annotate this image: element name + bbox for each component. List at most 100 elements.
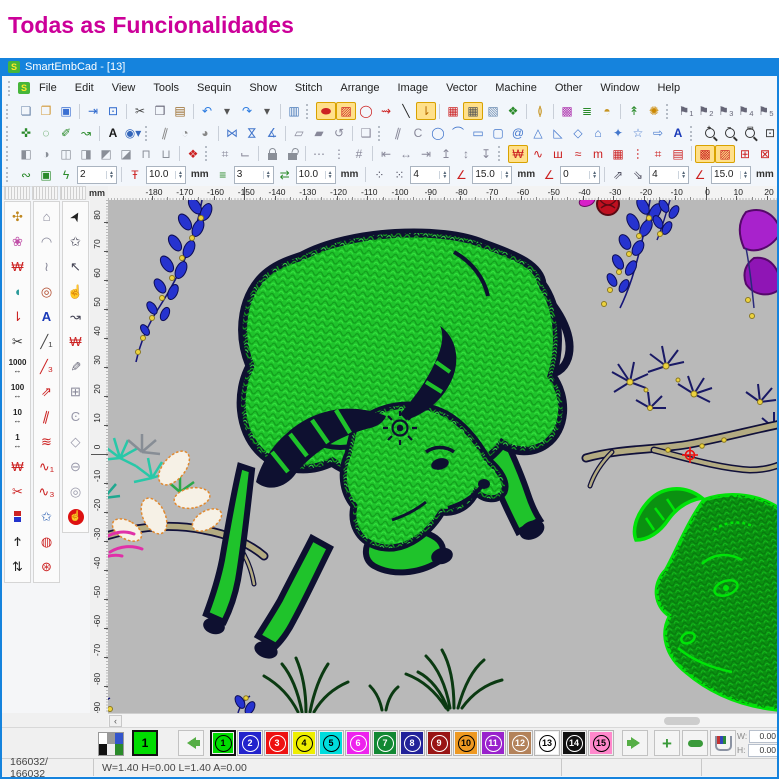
- color-swatch-5[interactable]: 5: [318, 730, 344, 756]
- weld-apply-button[interactable]: ❖: [183, 145, 203, 163]
- zoom-out-button[interactable]: −: [720, 124, 740, 142]
- machine-format-tool[interactable]: ✣: [6, 204, 29, 229]
- offset-b-icon[interactable]: ⇘: [628, 166, 648, 184]
- move-1000-tool[interactable]: 1000↔: [6, 354, 29, 379]
- density-bolt-icon[interactable]: ϟ: [56, 166, 76, 184]
- toolbox-cap-3[interactable]: [60, 186, 86, 200]
- spiral-shape-button[interactable]: @: [508, 124, 528, 142]
- palette-manager-icon[interactable]: [98, 732, 124, 756]
- picker-tool[interactable]: ✎: [64, 354, 87, 379]
- redo-button[interactable]: ↷: [237, 102, 257, 120]
- align-left-button[interactable]: ⇤: [376, 145, 396, 163]
- satin-input-tool[interactable]: ⬬: [316, 102, 336, 120]
- outline-box-icon[interactable]: ▣: [36, 166, 56, 184]
- undo-dropdown[interactable]: ▾: [217, 102, 237, 120]
- satin-column-tool[interactable]: ₩: [6, 254, 29, 279]
- menu-file[interactable]: File: [30, 82, 66, 94]
- weld-exclude-button[interactable]: ◨: [76, 145, 96, 163]
- weld-union-button[interactable]: ◧: [16, 145, 36, 163]
- weld-back-button[interactable]: ◪: [116, 145, 136, 163]
- spacing-vertical-button[interactable]: ⋮: [329, 145, 349, 163]
- color-swatch-14[interactable]: 14: [561, 730, 587, 756]
- height-value[interactable]: 0.00: [748, 744, 779, 757]
- rect-shape-button[interactable]: ▭: [468, 124, 488, 142]
- coil-button[interactable]: ◕: [195, 124, 215, 142]
- design-center-button[interactable]: ✺: [644, 102, 664, 120]
- toolbar-handle[interactable]: [306, 104, 312, 119]
- angle-spinner[interactable]: 0▲▼: [560, 166, 600, 184]
- tatami-fill-type-button[interactable]: ▦: [608, 145, 628, 163]
- machine-head-5-button[interactable]: ⚑₅: [756, 102, 776, 120]
- pull-comp-spinner[interactable]: 10.0▲▼: [146, 166, 186, 184]
- move-1-tool[interactable]: 1↔: [6, 429, 29, 454]
- image-button[interactable]: ▧: [483, 102, 503, 120]
- design-view-button[interactable]: ⊡: [103, 102, 123, 120]
- weld-trim-button[interactable]: ◑: [36, 145, 56, 163]
- baseline-ref-tool[interactable]: Ϯ: [6, 529, 29, 554]
- arrow-shape-button[interactable]: ⇨: [648, 124, 668, 142]
- satin-stitch-type-button[interactable]: ₩: [508, 145, 528, 163]
- arc-shape-button[interactable]: Ϲ: [408, 124, 428, 142]
- color-swatch-8[interactable]: 8: [399, 730, 425, 756]
- polyline-triple-tool[interactable]: ∿₃: [35, 479, 58, 504]
- width-angle-icon[interactable]: ∠: [451, 166, 471, 184]
- machine-head-1-button[interactable]: ⚑₁: [676, 102, 696, 120]
- toolbar-handle[interactable]: [6, 146, 12, 161]
- align-center-button[interactable]: ↔: [396, 145, 416, 163]
- density-a-icon[interactable]: ⁘: [369, 166, 389, 184]
- machine-head-4-button[interactable]: ⚑₄: [736, 102, 756, 120]
- unlock-button[interactable]: [282, 145, 302, 163]
- angle-icon[interactable]: ∠: [539, 166, 559, 184]
- wrench-tool[interactable]: Ͼ: [64, 404, 87, 429]
- align-right-button[interactable]: ⇥: [416, 145, 436, 163]
- design-canvas[interactable]: [108, 200, 777, 713]
- node-arch-tool[interactable]: ◠: [35, 229, 58, 254]
- color-swatch-12[interactable]: 12: [507, 730, 533, 756]
- stitch-length-icon[interactable]: ⇄: [275, 166, 295, 184]
- cut-thread-tool[interactable]: ✂: [6, 479, 29, 504]
- menu-edit[interactable]: Edit: [66, 82, 103, 94]
- menubar-handle[interactable]: [8, 81, 14, 96]
- needle-insert-tool[interactable]: ⇂: [6, 304, 29, 329]
- toolbar-handle[interactable]: [378, 126, 384, 141]
- layer-count-spinner[interactable]: 2▲▼: [77, 166, 117, 184]
- node-edit-tool[interactable]: ↖: [64, 254, 87, 279]
- horizontal-scrollbar[interactable]: ‹: [108, 713, 777, 728]
- crosshatch-fill-button[interactable]: ▩: [695, 145, 715, 163]
- polyline-run-tool[interactable]: ∿₁: [35, 454, 58, 479]
- cut-button[interactable]: ✂: [130, 102, 150, 120]
- machine-head-3-button[interactable]: ⚑₃: [716, 102, 736, 120]
- stitch-select-tool[interactable]: ₩: [64, 329, 87, 354]
- sequin-mode-button[interactable]: ≬: [530, 102, 550, 120]
- box-x-fill-button[interactable]: ⊠: [755, 145, 775, 163]
- spacing-equal-button[interactable]: #: [349, 145, 369, 163]
- sequin-place-tool[interactable]: ◎: [35, 279, 58, 304]
- triple-run-tool[interactable]: ╱₃: [35, 354, 58, 379]
- e-stitch-type-button[interactable]: ш: [548, 145, 568, 163]
- roundrect-shape-button[interactable]: ▢: [488, 124, 508, 142]
- run-count-spinner[interactable]: 3▲▼: [234, 166, 274, 184]
- density-b-icon[interactable]: ⁙: [389, 166, 409, 184]
- toolbar-handle[interactable]: [6, 167, 12, 182]
- spacing-horizontal-button[interactable]: ⋯: [309, 145, 329, 163]
- add-color-button[interactable]: +: [654, 730, 680, 756]
- skew-horizontal-button[interactable]: ▱: [289, 124, 309, 142]
- move-100-tool[interactable]: 100↔: [6, 379, 29, 404]
- offset-width-spinner[interactable]: 15.0▲▼: [711, 166, 751, 184]
- color-blocks-button[interactable]: ▩: [557, 102, 577, 120]
- envelope-button[interactable]: ⌙: [235, 145, 255, 163]
- right-triangle-shape-button[interactable]: ◺: [548, 124, 568, 142]
- lettering-button[interactable]: A: [103, 124, 123, 142]
- pen-digitize-button[interactable]: ✐: [56, 124, 76, 142]
- thread-pair-tool[interactable]: [6, 504, 29, 529]
- color-swatch-1[interactable]: 1: [210, 730, 236, 756]
- spiral-small-button[interactable]: ◔: [175, 124, 195, 142]
- color-swatch-6[interactable]: 6: [345, 730, 371, 756]
- color-swatch-10[interactable]: 10: [453, 730, 479, 756]
- zoom-1to1-button[interactable]: ⊡: [760, 124, 777, 142]
- trim-stitch-tool[interactable]: ₩: [6, 454, 29, 479]
- design-library-button[interactable]: ◓: [597, 102, 617, 120]
- offset-width-icon[interactable]: ∠: [690, 166, 710, 184]
- offset-count-spinner[interactable]: 4▲▼: [649, 166, 689, 184]
- machine-head-6-button[interactable]: ⚑₆: [776, 102, 777, 120]
